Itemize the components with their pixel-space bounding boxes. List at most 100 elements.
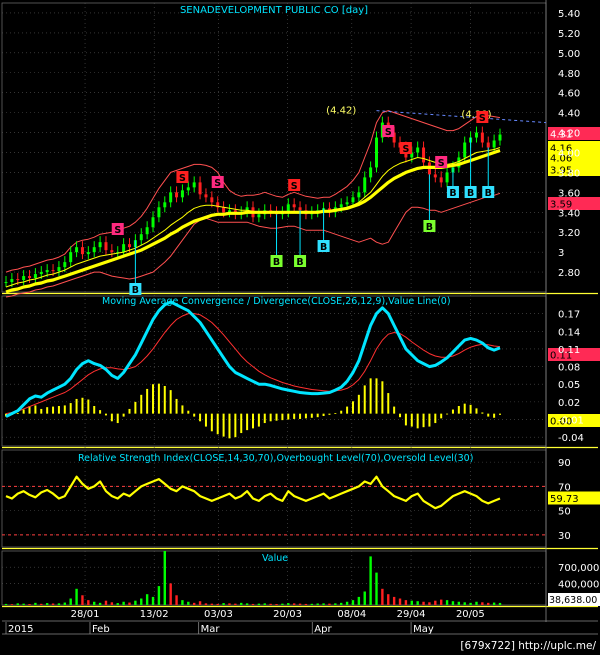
y-tick-label: 90 (558, 458, 571, 469)
y-tick-label: 0.08 (558, 363, 580, 374)
y-tick-label: 5.20 (558, 29, 580, 40)
volume-bar (128, 602, 131, 605)
buy-signal-label: B (449, 188, 456, 199)
y-tick-label: 4.00 (558, 148, 580, 159)
sell-signal-label: S (114, 225, 121, 236)
macd-histogram-bar (275, 413, 278, 421)
month-label: Feb (92, 624, 110, 635)
candle-body (92, 247, 96, 253)
volume-bar (357, 596, 361, 605)
macd-histogram-bar (499, 413, 501, 415)
macd-histogram-bar (410, 413, 413, 427)
volume-bar (310, 603, 314, 605)
macd-histogram-bar (351, 401, 354, 414)
macd-histogram-bar (146, 388, 149, 414)
chart-canvas: (4.42)(4.38)BBBBBBBBSSSSSSSS4.314.164.06… (1, 0, 600, 652)
macd-histogram-bar (381, 381, 384, 414)
volume-bar (398, 598, 402, 605)
volume-bar (387, 594, 390, 605)
volume-bar (81, 595, 84, 605)
y-tick-label: 5.00 (558, 49, 580, 60)
volume-bar (198, 601, 202, 605)
volume-bar (163, 551, 166, 605)
buy-signal-label: B (132, 285, 139, 296)
volume-bar (104, 600, 108, 605)
volume-panel: 38,638.00 (4, 551, 600, 606)
macd-histogram-bar (457, 406, 460, 414)
macd-histogram-bar (75, 398, 78, 414)
volume-bar (151, 596, 155, 605)
volume-bar (51, 603, 55, 605)
macd-histogram-bar (69, 403, 72, 414)
candle-body (63, 262, 67, 268)
volume-bar (87, 600, 90, 605)
y-tick-label: 4.40 (558, 109, 580, 120)
volume-bar (16, 603, 19, 605)
volume-bar (392, 596, 396, 605)
macd-histogram-bar (304, 413, 307, 419)
volume-bar (257, 603, 261, 605)
macd-histogram-bar (216, 413, 219, 435)
macd-histogram-bar (116, 413, 119, 424)
candle-body (28, 276, 32, 279)
volume-bar (345, 601, 349, 605)
volume-bar (40, 603, 43, 605)
candle-body (463, 142, 467, 158)
macd-histogram-bar (104, 413, 107, 416)
candle-body (169, 192, 173, 203)
y-tick-label: -0.04 (558, 433, 584, 444)
y-tick-label: 400,000 (558, 579, 599, 590)
volume-bar (145, 594, 149, 605)
candle-body (186, 187, 190, 191)
volume-bar (34, 602, 37, 605)
panel-frame-rsi (1, 449, 547, 548)
macd-histogram-bar (93, 406, 96, 414)
candle-body (4, 282, 8, 284)
volume-bar (4, 603, 8, 605)
macd-histogram-bar (199, 413, 202, 422)
sell-signal-label: S (179, 173, 186, 184)
macd-histogram-bar (175, 398, 178, 414)
x-tick-label: 03/03 (204, 609, 233, 620)
buy-signal-label: B (426, 222, 433, 233)
macd-histogram-bar (487, 413, 490, 417)
macd-histogram-bar (481, 412, 484, 414)
volume-tag: 38,638.00 (549, 595, 597, 606)
macd-histogram-bar (257, 413, 260, 427)
macd-histogram-bar (134, 401, 137, 414)
volume-bar (175, 595, 178, 605)
y-tick-label: 0.11 (558, 345, 580, 356)
candle-body (175, 192, 179, 198)
macd-histogram-bar (299, 413, 302, 419)
x-tick-label: 08/04 (337, 609, 366, 620)
macd-histogram-bar (228, 413, 231, 439)
volume-bar (434, 600, 437, 605)
volume-bar (98, 602, 102, 605)
candle-body (422, 147, 426, 163)
volume-bar (381, 588, 384, 605)
chart-title: SENADEVELOPMENT PUBLIC CO [day] (180, 5, 368, 16)
candle-body (104, 242, 108, 251)
rsi-title: Relative Strength Index(CLOSE,14,30,70),… (78, 453, 473, 464)
volume-bar (416, 601, 419, 605)
candle-body (69, 252, 73, 263)
y-tick-label: 0.17 (558, 310, 580, 321)
macd-histogram-bar (281, 413, 284, 421)
volume-bar (487, 602, 490, 605)
volume-bar (492, 602, 496, 605)
volume-bar (363, 591, 366, 605)
macd-histogram-bar (99, 410, 102, 414)
macd-histogram-bar (181, 405, 184, 414)
macd-histogram-bar (110, 413, 113, 422)
macd-histogram-bar (16, 413, 19, 414)
volume-bar (10, 604, 14, 605)
candle-body (51, 270, 55, 272)
y-tick-label: 3 (558, 248, 564, 259)
candle-body (157, 207, 161, 218)
y-tick-label: 0.02 (558, 398, 580, 409)
panel-frames (1, 0, 598, 622)
macd-histogram-bar (152, 384, 155, 414)
macd-histogram-bar (240, 413, 243, 434)
y-tick-label: 0.05 (558, 380, 580, 391)
candle-body (363, 177, 367, 193)
